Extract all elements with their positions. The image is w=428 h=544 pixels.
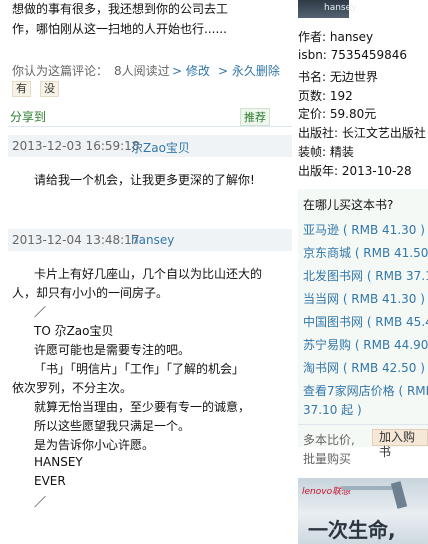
- book-pages: 页数: 192: [298, 89, 353, 103]
- edit-link[interactable]: > 修改: [172, 62, 210, 79]
- comment-2-line: 就算无怡当理由，至少要有专一的诚意，: [34, 400, 251, 414]
- lenovo-ad-banner[interactable]: lenovo联想 一次生命,: [298, 478, 428, 544]
- ad-slogan: 一次生命,: [308, 518, 396, 542]
- comment-2-line: 「书」「明信片」「工作」「了解的机会」: [34, 362, 245, 376]
- store-link[interactable]: 北发图书网 ( RMB 37.10 ): [303, 267, 428, 284]
- store-link[interactable]: 淘书网 ( RMB 42.50 ): [303, 359, 425, 376]
- more-stores-link[interactable]: 查看7家网店价格 ( RMB: [303, 382, 428, 399]
- store-link[interactable]: 当当网 ( RMB 41.30 ): [303, 290, 425, 307]
- review-question: 你认为这篇评论：: [12, 64, 109, 78]
- comment-2-line: 许愿可能也是需要专注的吧。: [34, 343, 191, 357]
- share-link[interactable]: 分享到: [10, 108, 46, 125]
- buy-title: 在哪儿买这本书?: [303, 198, 394, 212]
- comment-2-author[interactable]: hansey: [131, 233, 174, 247]
- book-isbn: isbn: 7535459846: [298, 48, 408, 62]
- add-to-cart-button[interactable]: 加入购书: [372, 429, 428, 459]
- comment-2-line: EVER: [34, 474, 66, 488]
- store-link[interactable]: 京东商城 ( RMB 41.50 ): [303, 244, 428, 261]
- buy-divider: [298, 424, 428, 425]
- store-link[interactable]: 中国图书网 ( RMB 45.40 ): [303, 313, 428, 330]
- comment-2-line: HANSEY: [34, 455, 83, 469]
- comment-2-line: 卡片上有好几座山，几个自以为比山还大的: [34, 267, 263, 281]
- store-link[interactable]: 亚马逊 ( RMB 41.30 ): [303, 221, 425, 238]
- vote-yes-button[interactable]: 有: [12, 81, 31, 97]
- comment-2-line: ／: [34, 495, 47, 509]
- store-link[interactable]: 苏宁易购 ( RMB 44.90 ): [303, 336, 428, 353]
- book-cover-caption: hansey: [324, 3, 357, 13]
- comment-1-text: 请给我一个机会，让我更多更深的了解你!: [34, 173, 255, 187]
- book-title: 书名: 无边世界: [298, 70, 378, 84]
- book-publisher: 出版社: 长江文艺出版社: [298, 126, 426, 140]
- compare-label: 多本比价,: [303, 433, 355, 447]
- review-line-1: 想做的事有很多，我还想到你的公司去工: [12, 2, 229, 16]
- read-count: 8人阅读过: [114, 64, 170, 78]
- comment-1-timestamp: 2013-12-03 16:59:18: [12, 139, 140, 153]
- comment-2-line: 人，却只有小小的一间房子。: [12, 286, 169, 300]
- comment-2-line: 依次罗列，不分主次。: [12, 381, 133, 395]
- book-binding: 装帧: 精装: [298, 145, 354, 159]
- recommend-button[interactable]: 推荐: [240, 108, 270, 126]
- comment-2-timestamp: 2013-12-04 13:48:17: [12, 233, 140, 247]
- vote-no-button[interactable]: 没: [40, 81, 59, 97]
- comment-2-line: ／: [34, 305, 47, 319]
- comment-1-author[interactable]: 尕Zao宝贝: [131, 139, 190, 156]
- book-author: 作者: hansey: [298, 30, 374, 44]
- comment-2-line: TO 尕Zao宝贝: [34, 324, 114, 338]
- batch-buy-link[interactable]: 批量购买: [303, 450, 351, 467]
- ad-decor-bar: [342, 486, 392, 490]
- more-stores-link-2[interactable]: 37.10 起 ): [303, 401, 362, 418]
- comment-2-line: 是为告诉你小心许愿。: [34, 438, 155, 452]
- delete-link[interactable]: > 永久删除: [218, 62, 280, 79]
- book-price: 定价: 59.80元: [298, 107, 377, 121]
- review-line-2: 作，哪怕刚从这一扫地的人开始也行......: [12, 22, 227, 36]
- share-divider: [8, 126, 292, 127]
- comment-2-line: 所以这些愿望我只满足一个。: [34, 419, 191, 433]
- book-cover-image[interactable]: hansey: [298, 0, 356, 18]
- ad-decor-shape: [390, 481, 408, 509]
- book-year: 出版年: 2013-10-28: [298, 164, 412, 178]
